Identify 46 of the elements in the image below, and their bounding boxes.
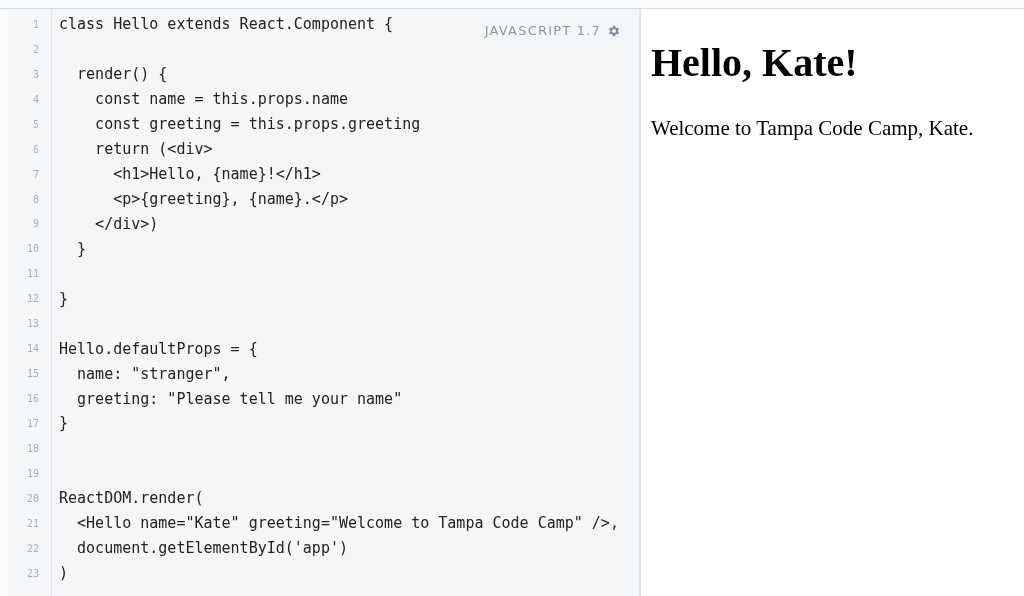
code-line: } xyxy=(59,414,69,433)
preview-heading: Hello, Kate! xyxy=(651,39,859,86)
code-line: return (<div> xyxy=(94,140,213,159)
line-number: 6 xyxy=(31,143,39,155)
code-line: const greeting = this.props.greeting xyxy=(94,115,421,134)
line-number: 8 xyxy=(31,193,39,205)
line-number: 22 xyxy=(25,542,39,554)
code-line: } xyxy=(59,289,69,308)
line-number: 19 xyxy=(25,467,39,479)
line-number: 17 xyxy=(25,417,39,429)
line-number: 15 xyxy=(25,368,39,380)
code-line: } xyxy=(76,239,87,258)
line-number: 23 xyxy=(25,567,39,579)
line-number: 4 xyxy=(31,93,39,105)
code-line: name: "stranger", xyxy=(76,364,231,383)
code-line: <p>{greeting}, {name}.</p> xyxy=(112,190,348,209)
line-number: 11 xyxy=(25,268,39,280)
code-line: const name = this.props.name xyxy=(94,90,348,109)
preview-paragraph: Welcome to Tampa Code Camp, Kate. xyxy=(651,116,975,141)
code-line: document.getElementById('app') xyxy=(76,539,348,558)
code-line: <h1>Hello, {name}!</h1> xyxy=(112,165,321,184)
line-number: 2 xyxy=(31,43,39,55)
line-number: 12 xyxy=(25,293,39,305)
code-line: ReactDOM.render( xyxy=(59,489,204,508)
line-number: 20 xyxy=(25,492,39,504)
line-number: 5 xyxy=(31,118,39,130)
line-number: 14 xyxy=(25,343,39,355)
line-number: 16 xyxy=(25,393,39,405)
language-label: JAVASCRIPT 1.7 xyxy=(484,23,601,38)
line-number: 21 xyxy=(25,517,39,529)
settings-icon[interactable] xyxy=(607,23,621,38)
line-number: 18 xyxy=(25,442,39,454)
code-editor[interactable] xyxy=(8,9,641,596)
code-line: Hello.defaultProps = { xyxy=(59,339,258,358)
line-number: 7 xyxy=(31,168,39,180)
code-line: <Hello name="Kate" greeting="Welcome to Tampa Code Camp" />, xyxy=(76,514,619,533)
code-line: greeting: "Please tell me your name" xyxy=(76,389,403,408)
line-number: 9 xyxy=(31,218,39,230)
line-number: 13 xyxy=(25,318,39,330)
code-line: class Hello extends React.Component { xyxy=(59,15,394,34)
line-number: 1 xyxy=(31,18,39,30)
code-line: ) xyxy=(59,564,69,583)
line-number: 3 xyxy=(31,68,39,80)
code-line: </div>) xyxy=(94,214,159,233)
line-number: 10 xyxy=(25,243,39,255)
code-line: render() { xyxy=(76,65,168,84)
